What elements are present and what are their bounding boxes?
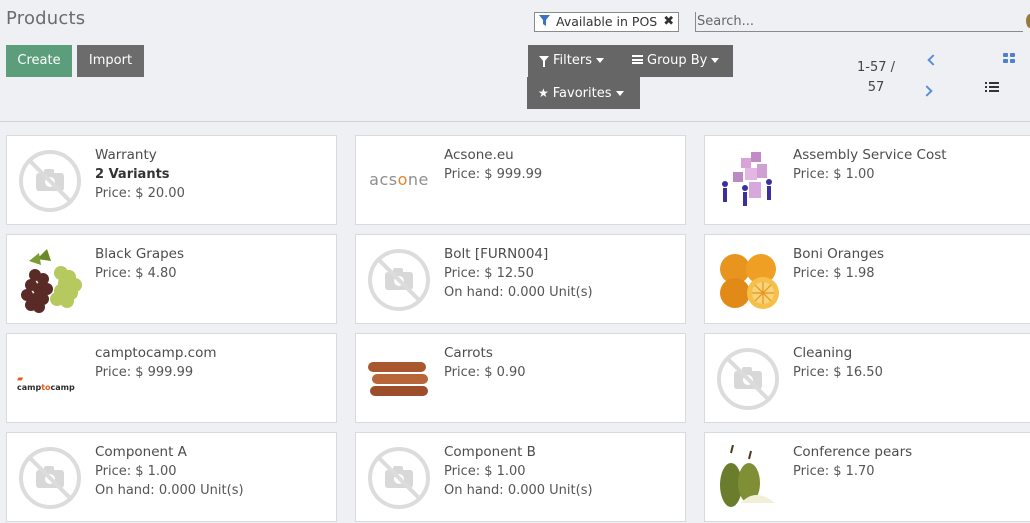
- bars-icon: [632, 55, 643, 64]
- funnel-icon: [539, 55, 549, 67]
- product-name: Warranty: [95, 147, 157, 163]
- product-image: [715, 148, 781, 214]
- product-onhand: On hand: 0.000 Unit(s): [444, 483, 593, 498]
- product-name: Carrots: [444, 345, 493, 361]
- product-price: Price: $ 999.99: [95, 365, 194, 380]
- product-price: Price: $ 1.98: [793, 266, 875, 281]
- product-name: Component B: [444, 444, 536, 460]
- pager-total: 57: [867, 80, 885, 95]
- product-price: Price: $ 0.90: [444, 365, 526, 380]
- product-name: Component A: [95, 444, 187, 460]
- product-info: Cleaning Price: $ 16.50: [793, 344, 1028, 382]
- product-card[interactable]: ▰ camptocamp camptocamp.com Price: $ 999.9…: [6, 333, 337, 423]
- user-avatar-icon[interactable]: [1026, 14, 1030, 28]
- product-price: Price: $ 999.99: [444, 167, 543, 182]
- product-variants: 2 Variants: [95, 167, 170, 182]
- search-facet[interactable]: Available in POS ✖: [534, 12, 680, 32]
- product-image: [366, 346, 432, 412]
- control-panel: Products Create Import Available in POS …: [0, 0, 1030, 121]
- product-info: Component A Price: $ 1.00 On hand: 0.000 U…: [95, 443, 330, 500]
- no-image-icon: [715, 346, 781, 412]
- filters-dropdown[interactable]: Filters: [528, 45, 624, 77]
- product-price: Price: $ 20.00: [95, 186, 185, 201]
- product-name: Acsone.eu: [444, 147, 514, 163]
- product-info: Component B Price: $ 1.00 On hand: 0.000 U…: [444, 443, 679, 500]
- product-info: Acsone.eu Price: $ 999.99: [444, 146, 679, 184]
- product-card[interactable]: Bolt [FURN004] Price: $ 12.50 On hand: 0.0…: [355, 234, 686, 324]
- product-price: Price: $ 1.70: [793, 464, 875, 479]
- product-card[interactable]: Black Grapes Price: $ 4.80: [6, 234, 337, 324]
- acsone-logo: acsone: [369, 170, 429, 189]
- no-image-icon: [366, 247, 432, 313]
- product-card[interactable]: Conference pears Price: $ 1.70: [704, 432, 1030, 522]
- product-info: camptocamp.com Price: $ 999.99: [95, 344, 330, 382]
- product-card[interactable]: Component B Price: $ 1.00 On hand: 0.000 U…: [355, 432, 686, 522]
- product-price: Price: $ 1.00: [444, 464, 526, 479]
- product-image: [715, 444, 781, 511]
- product-name: camptocamp.com: [95, 345, 217, 361]
- product-price: Price: $ 16.50: [793, 365, 883, 380]
- product-card[interactable]: Cleaning Price: $ 16.50: [704, 333, 1030, 423]
- caret-down-icon: [711, 58, 720, 63]
- caret-down-icon: [615, 91, 624, 96]
- product-card[interactable]: Carrots Price: $ 0.90: [355, 333, 686, 423]
- product-image: ▰ camptocamp: [17, 346, 83, 412]
- product-onhand: On hand: 0.000 Unit(s): [444, 285, 593, 300]
- page-title: Products: [6, 8, 86, 29]
- search-input[interactable]: [695, 12, 1023, 32]
- product-onhand: On hand: 0.000 Unit(s): [95, 483, 244, 498]
- star-icon: ★: [538, 86, 549, 100]
- product-image: [715, 247, 781, 313]
- product-card[interactable]: Warranty 2 Variants Price: $ 20.00: [6, 135, 337, 225]
- import-button[interactable]: Import: [77, 45, 144, 77]
- camptocamp-logo: ▰ camptocamp: [17, 374, 75, 392]
- favorites-dropdown[interactable]: ★ Favorites: [527, 77, 640, 109]
- product-name: Boni Oranges: [793, 246, 885, 262]
- create-button[interactable]: Create: [6, 45, 72, 77]
- product-name: Conference pears: [793, 444, 913, 460]
- facet-label: Available in POS: [556, 14, 658, 29]
- grid-icon[interactable]: [1003, 53, 1016, 64]
- product-info: Boni Oranges Price: $ 1.98: [793, 245, 1028, 283]
- filters-label: Filters: [553, 53, 592, 68]
- product-info: Warranty 2 Variants Price: $ 20.00: [95, 146, 330, 203]
- product-image: [17, 247, 83, 313]
- product-name: Black Grapes: [95, 246, 185, 262]
- product-info: Bolt [FURN004] Price: $ 12.50 On hand: 0.0…: [444, 245, 679, 302]
- product-name: Cleaning: [793, 345, 853, 361]
- product-price: Price: $ 1.00: [793, 167, 875, 182]
- funnel-icon: [539, 13, 550, 31]
- pager-range: 1-57 /: [856, 60, 896, 75]
- chevron-left-icon[interactable]: [927, 54, 939, 66]
- product-card[interactable]: Boni Oranges Price: $ 1.98: [704, 234, 1030, 324]
- no-image-icon: [366, 445, 432, 511]
- close-icon[interactable]: ✖: [663, 13, 674, 31]
- product-card[interactable]: Assembly Service Cost Price: $ 1.00: [704, 135, 1030, 225]
- product-price: Price: $ 1.00: [95, 464, 177, 479]
- favorites-label: Favorites: [552, 86, 612, 101]
- product-card[interactable]: Component A Price: $ 1.00 On hand: 0.000 U…: [6, 432, 337, 522]
- chevron-right-icon[interactable]: [921, 85, 933, 97]
- pager-value[interactable]: 1-57 / 57: [850, 58, 902, 98]
- divider: [0, 121, 1030, 122]
- product-image: acsone: [366, 148, 432, 214]
- product-info: Conference pears Price: $ 1.70: [793, 443, 1028, 481]
- product-price: Price: $ 4.80: [95, 266, 177, 281]
- no-image-icon: [17, 445, 83, 511]
- product-info: Carrots Price: $ 0.90: [444, 344, 679, 382]
- group-by-label: Group By: [647, 53, 708, 68]
- list-icon[interactable]: [985, 82, 999, 93]
- group-by-dropdown[interactable]: Group By: [624, 45, 733, 77]
- product-info: Assembly Service Cost Price: $ 1.00: [793, 146, 1028, 184]
- product-info: Black Grapes Price: $ 4.80: [95, 245, 330, 283]
- product-name: Bolt [FURN004]: [444, 246, 549, 262]
- no-image-icon: [17, 148, 83, 214]
- product-card[interactable]: acsone Acsone.eu Price: $ 999.99: [355, 135, 686, 225]
- caret-down-icon: [595, 58, 604, 63]
- product-name: Assembly Service Cost: [793, 147, 947, 163]
- product-price: Price: $ 12.50: [444, 266, 534, 281]
